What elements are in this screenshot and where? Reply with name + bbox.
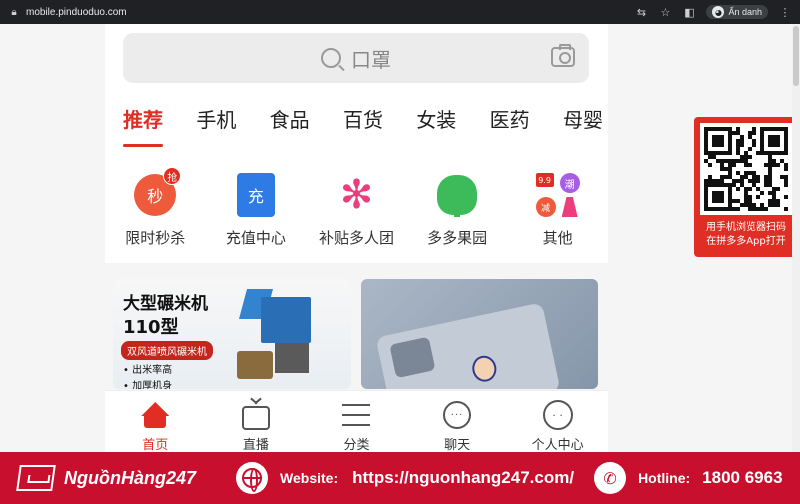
lock-icon: 🔒︎	[11, 6, 17, 18]
bookmark-star-icon[interactable]: ☆	[658, 5, 672, 19]
quick-entry-row: 秒 抢 限时秒杀 充 充值中心 ✻ 补贴多人团 多多果园 9.9 潮 减 其他	[105, 159, 608, 263]
chat-icon: ···	[443, 401, 472, 429]
mobile-page: 口罩 推荐 手机 食品 百货 女装 医药 母婴 秒 抢 限时秒杀 充 充值中心 …	[105, 24, 608, 452]
incognito-label: Ẩn danh	[728, 7, 762, 17]
tab-label: 分类	[343, 438, 370, 452]
hotline-label: Hotline:	[638, 470, 691, 486]
globe-icon	[236, 462, 269, 494]
tab-general-goods[interactable]: 百货	[343, 104, 383, 147]
grab-badge: 抢	[163, 167, 182, 185]
profile-icon: · ·	[542, 400, 573, 430]
camera-icon[interactable]	[551, 44, 575, 67]
group-buy-icon: ✻	[339, 172, 374, 218]
website-label: Website:	[280, 470, 339, 486]
promo-banners: 大型碾米机 110型 双风道喷风碾米机 • 出米率高 • 加厚机身	[113, 279, 598, 389]
other-icon: 9.9 潮 减	[535, 173, 580, 217]
hotline-number: 1800 6963	[702, 468, 783, 487]
tab-live[interactable]: 直播	[216, 400, 296, 452]
qr-code-panel: 用手机浏览器扫码 在拼多多App打开	[694, 117, 798, 257]
tab-food[interactable]: 食品	[270, 104, 310, 147]
rice-mill-banner[interactable]: 大型碾米机 110型 双风道喷风碾米机 • 出米率高 • 加厚机身	[113, 279, 351, 389]
banner-pill: 双风道喷风碾米机	[121, 341, 213, 360]
incognito-icon: ◕	[712, 6, 725, 18]
live-tv-icon	[241, 406, 270, 430]
tab-label: 直播	[242, 438, 269, 452]
tab-mother-baby[interactable]: 母婴	[563, 104, 603, 147]
quick-entry-label: 多多果园	[427, 229, 488, 247]
quick-entry-label: 限时秒杀	[125, 229, 186, 247]
banner-feature: • 加厚机身	[123, 381, 173, 389]
page-scrollbar[interactable]	[792, 24, 800, 452]
quick-entry-topup[interactable]: 充 充值中心	[208, 173, 304, 263]
quick-entry-label: 补贴多人团	[318, 229, 394, 247]
home-icon	[141, 402, 169, 428]
orchard-tree-icon	[437, 175, 478, 217]
website-url: https://nguonhang247.com/	[352, 468, 575, 487]
search-icon	[321, 48, 341, 68]
tab-chat[interactable]: ··· 聊天	[417, 400, 497, 452]
category-list-icon	[342, 404, 371, 426]
phone-icon: ✆	[594, 462, 627, 494]
category-tabs: 推荐 手机 食品 百货 女装 医药 母婴	[123, 104, 603, 147]
quick-entry-orchard[interactable]: 多多果园	[409, 173, 505, 263]
tab-medicine[interactable]: 医药	[490, 104, 530, 147]
sidebar-icon[interactable]: ◧	[682, 5, 696, 19]
tab-home[interactable]: 首页	[115, 400, 195, 452]
search-bar[interactable]: 口罩	[123, 33, 589, 83]
tab-label: 个人中心	[531, 438, 584, 452]
tab-womens-clothing[interactable]: 女装	[416, 104, 456, 147]
banner-subtitle: 110型	[123, 317, 179, 338]
box-icon	[16, 465, 56, 491]
menu-more-icon[interactable]: ⋮	[778, 5, 792, 19]
seckill-icon: 秒 抢	[134, 167, 182, 216]
qr-code	[700, 123, 792, 215]
search-placeholder: 口罩	[351, 47, 391, 72]
address-bar[interactable]: mobile.pinduoduo.com	[26, 7, 127, 18]
tab-label: 聊天	[444, 438, 471, 452]
qr-instruction-line1: 用手机浏览器扫码	[706, 222, 786, 233]
quick-entry-seckill[interactable]: 秒 抢 限时秒杀	[107, 167, 203, 263]
banner-title: 大型碾米机	[123, 294, 208, 314]
tab-category[interactable]: 分类	[316, 400, 396, 452]
rice-mill-image	[235, 287, 335, 387]
quick-entry-label: 其他	[542, 229, 573, 247]
quick-entry-label: 充值中心	[225, 229, 286, 247]
scrollbar-thumb[interactable]	[793, 26, 799, 86]
brand-name: NguồnHàng247	[64, 467, 197, 488]
quick-entry-other[interactable]: 9.9 潮 减 其他	[510, 173, 606, 263]
bottom-tabbar: 首页 直播 分类 ··· 聊天 · · 个人中心	[105, 390, 608, 452]
phone-case-banner[interactable]	[360, 279, 598, 389]
header-area: 口罩 推荐 手机 食品 百货 女装 医药 母婴	[105, 24, 608, 172]
incognito-badge[interactable]: ◕ Ẩn danh	[706, 5, 768, 19]
qr-instruction-line2: 在拼多多App打开	[706, 236, 786, 247]
quick-entry-group-buy[interactable]: ✻ 补贴多人团	[308, 173, 404, 263]
tab-recommend[interactable]: 推荐	[123, 104, 163, 147]
banner-feature: • 出米率高	[123, 365, 173, 376]
qr-code-pattern	[704, 127, 788, 211]
translate-icon[interactable]: ⇆	[634, 5, 648, 19]
footer-banner: NguồnHàng247 Website: https://nguonhang2…	[0, 452, 800, 504]
brand-logo: NguồnHàng247	[16, 465, 197, 491]
tab-phones[interactable]: 手机	[196, 104, 236, 147]
tab-label: 首页	[142, 438, 169, 452]
browser-toolbar: 🔒︎ mobile.pinduoduo.com ⇆ ☆ ◧ ◕ Ẩn danh …	[0, 0, 800, 24]
topup-icon: 充	[236, 173, 275, 217]
tab-profile[interactable]: · · 个人中心	[518, 400, 598, 452]
phone-case-image	[375, 302, 560, 389]
